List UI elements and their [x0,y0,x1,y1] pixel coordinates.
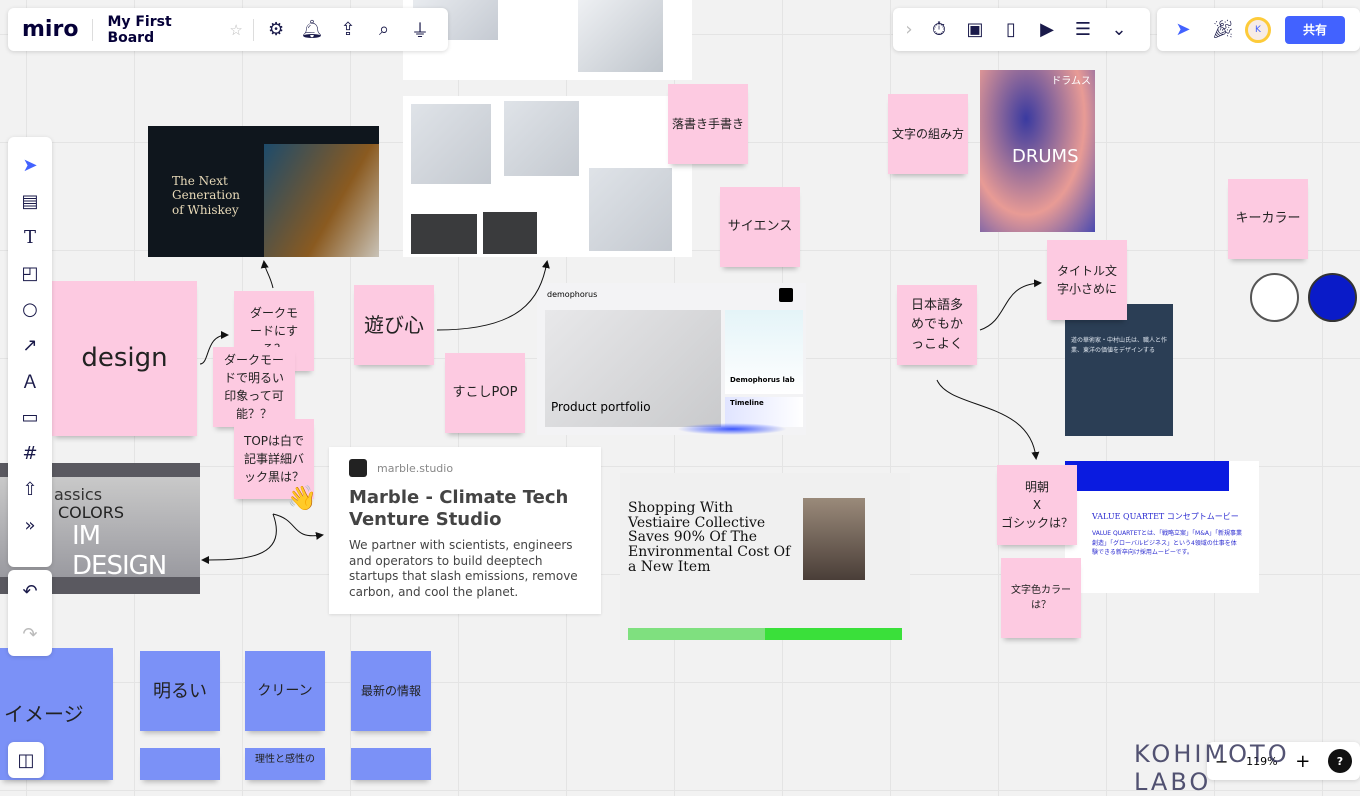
board-panel-toggle: ◫ [8,742,44,778]
undo-redo-panel: ↶ ↷ [8,570,52,656]
sticky-title-small[interactable]: タイトル文字小さめに [1047,240,1127,320]
sticky-dark-bright[interactable]: ダークモードで明るい印象って可能？？ [213,347,295,427]
marble-desc: We partner with scientists, engineers an… [349,538,578,599]
notes-icon[interactable]: ☰ [1065,12,1101,48]
marble-title: Marble - Climate Tech Venture Studio [349,487,569,530]
star-icon[interactable]: ☆ [223,12,249,48]
comment-icon[interactable]: ▭ [12,399,48,435]
sticky-mincho[interactable]: 明朝 X ゴシックは？ [997,465,1077,545]
sticky-moji-color[interactable]: 文字色カラーは？ [1001,558,1081,638]
sidebar-panel-icon[interactable]: ◫ [8,742,44,778]
sticky-science[interactable]: サイエンス [720,187,800,267]
more-chevron-down-icon[interactable]: ⌄ [1101,12,1137,48]
demo-main: Product portfolio [551,400,651,414]
collapse-chevron-icon[interactable]: › [897,12,921,48]
miro-logo[interactable]: miro [22,17,78,42]
key-color-white[interactable] [1250,273,1299,322]
denim-top: assics [54,485,103,504]
cursor-follow-icon[interactable]: ➤ [1165,12,1201,48]
denim-title: IM DESIGN [72,521,167,581]
zoom-controls: − 119% + ? [1207,742,1360,780]
upload-media-icon[interactable]: ⇧ [12,471,48,507]
collab-toolbar: ➤ 🎉︎ K 共有 [1157,8,1360,51]
templates-icon[interactable]: ▤ [12,183,48,219]
value-desc: VALUE QUARTETとは、「戦略立案」「M&A」「新規事業創造」「グローバ… [1092,530,1242,557]
text-tool-icon[interactable]: T [12,219,48,255]
whiskey-title: The Next Generation of Whiskey [172,174,241,217]
zoom-out-button[interactable]: − [1215,752,1228,771]
marble-favicon-icon [349,459,367,477]
undo-icon[interactable]: ↶ [12,574,48,610]
drums-title: DRUMS [1012,146,1079,167]
zoom-in-button[interactable]: + [1295,751,1310,772]
top-left-toolbar: miro My First Board ☆ ⚙ 🔔︎ ⇪ ⌕ ⏚ [8,8,448,51]
value-quartet-card[interactable]: VALUE QUARTET コンセプトムービー VALUE QUARTETとは、… [1065,461,1259,593]
whiskey-card[interactable]: The Next Generation of Whiskey [148,126,379,257]
sticky-moji[interactable]: 文字の組み方 [888,94,968,174]
zoom-level[interactable]: 119% [1246,755,1277,768]
settings-gear-icon[interactable]: ⚙ [258,12,294,48]
upload-icon[interactable]: ⇪ [330,12,366,48]
help-button[interactable]: ? [1327,749,1352,773]
more-tools-icon[interactable]: » [12,507,48,543]
timer-icon[interactable]: ⏱ [921,12,957,48]
marble-site: marble.studio [377,461,454,475]
sticky-asobi[interactable]: 遊び心 [354,285,434,365]
frame-icon[interactable]: # [12,435,48,471]
dark-text-card[interactable]: 道の華術家・中村山氏は、職人と作業、東洋の価値をデザインする [1065,304,1173,436]
drums-poster[interactable]: ドラムス DRUMS [980,70,1095,232]
select-cursor-icon[interactable]: ➤ [12,147,48,183]
plug-icon[interactable]: ⏚ [402,12,438,48]
arrow-line-icon[interactable]: ↗ [12,327,48,363]
celebrate-icon[interactable]: 🎉︎ [1205,12,1241,48]
drums-kana: ドラムス [1051,76,1091,87]
vestiaire-headline: Shopping With Vestiaire Collective Saves… [628,500,791,575]
key-color-blue[interactable] [1308,273,1357,322]
sticky-nihongo[interactable]: 日本語多めでもかっこよく [897,285,977,365]
demophorus-card[interactable]: demophorus Product portfolio Demophorus … [537,283,806,435]
marble-link-card[interactable]: marble.studio Marble - Climate Tech Vent… [329,447,601,614]
top-right-tools: › ⏱ ▣ ▯ ▶ ☰ ⌄ [893,8,1150,51]
demo-timeline: Timeline [730,399,764,407]
demo-brand: demophorus [547,290,598,299]
sticky-rakugaki[interactable]: 落書き手書き [668,84,748,164]
wave-emoji-icon: 👋 [287,484,317,512]
board-title[interactable]: My First Board [107,14,223,46]
pen-icon[interactable]: Ａ [12,363,48,399]
sticky-clean[interactable]: クリーン [245,651,325,731]
sticky-note-icon[interactable]: ◰ [12,255,48,291]
sticky-akarui[interactable]: 明るい [140,651,220,731]
search-icon[interactable]: ⌕ [366,12,402,48]
sticky-key-color[interactable]: キーカラー [1228,179,1308,259]
denim-sub: COLORS [58,503,124,522]
video-chat-icon[interactable]: ▣ [957,12,993,48]
sketch-board[interactable] [403,96,692,257]
sticky-risei[interactable]: 理性と感性の [245,748,325,780]
avatar[interactable]: K [1245,16,1271,43]
bell-icon[interactable]: 🔔︎ [294,12,330,48]
demo-lab: Demophorus lab [730,376,795,384]
vestiaire-card[interactable]: Shopping With Vestiaire Collective Saves… [620,473,910,640]
sticky-design[interactable]: design [52,281,197,436]
value-title: VALUE QUARTET コンセプトムービー [1092,512,1239,521]
left-creation-toolbar: ➤ ▤ T ◰ ○ ↗ Ａ ▭ # ⇧ » [8,137,52,567]
share-button[interactable]: 共有 [1285,15,1345,44]
redo-icon[interactable]: ↷ [12,617,48,653]
sticky-pop[interactable]: すこしPOP [445,353,525,433]
dark-card-text: 道の華術家・中村山氏は、職人と作業、東洋の価値をデザインする [1071,337,1168,354]
presentation-icon[interactable]: ▶ [1029,12,1065,48]
sticky-latest[interactable]: 最新の情報 [351,651,431,731]
voting-card-icon[interactable]: ▯ [993,12,1029,48]
shape-circle-icon[interactable]: ○ [12,291,48,327]
sticky-blank-2[interactable] [351,748,431,780]
sticky-blank[interactable] [140,748,220,780]
